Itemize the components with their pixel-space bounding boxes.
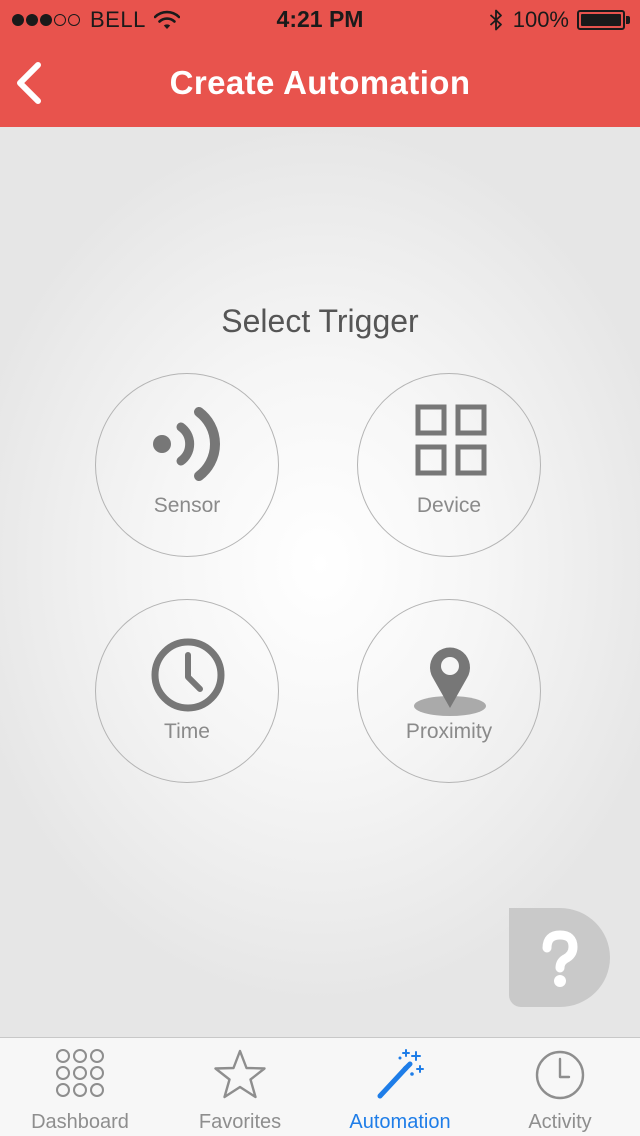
battery-icon <box>577 10 625 30</box>
dots-grid-icon <box>56 1049 104 1097</box>
nav-bar: Create Automation <box>0 40 640 127</box>
status-right: 100% <box>489 7 630 33</box>
question-mark-icon <box>509 908 610 1007</box>
bluetooth-icon <box>489 9 502 31</box>
battery-percentage: 100% <box>512 7 569 32</box>
trigger-label: Time <box>164 720 210 743</box>
clock-icon <box>151 638 225 712</box>
tab-label: Dashboard <box>31 1111 129 1133</box>
proximity-trigger-button[interactable]: Proximity <box>357 599 541 783</box>
tab-label: Favorites <box>198 1111 282 1133</box>
tab-automation[interactable]: Automation <box>320 1038 480 1136</box>
tab-bar: Dashboard Favorites Automation Activity <box>0 1037 640 1136</box>
device-grid-icon <box>415 404 487 476</box>
magic-wand-icon <box>377 1049 424 1099</box>
trigger-label: Sensor <box>153 494 221 517</box>
time-trigger-button[interactable]: Time <box>95 599 279 783</box>
tab-label: Activity <box>528 1111 592 1133</box>
trigger-label: Device <box>416 494 482 517</box>
page-title: Create Automation <box>169 64 471 101</box>
tab-favorites[interactable]: Favorites <box>160 1038 320 1136</box>
help-button[interactable] <box>509 908 610 1007</box>
tab-dashboard[interactable]: Dashboard <box>0 1038 160 1136</box>
battery-level <box>581 14 621 26</box>
trigger-label: Proximity <box>405 720 493 743</box>
status-bar: BELL 4:21 PM 100% <box>0 0 640 40</box>
clock-icon <box>535 1050 585 1100</box>
location-pin-icon <box>414 647 486 716</box>
sensor-icon <box>153 407 220 481</box>
tab-label: Automation <box>349 1111 451 1133</box>
tab-activity[interactable]: Activity <box>480 1038 640 1136</box>
device-trigger-button[interactable]: Device <box>357 373 541 557</box>
header: BELL 4:21 PM 100% Create Automation <box>0 0 640 127</box>
battery-tip <box>626 16 630 24</box>
star-icon <box>214 1049 266 1099</box>
sensor-trigger-button[interactable]: Sensor <box>95 373 279 557</box>
main-content: Select Trigger Sensor Device Time Proxim… <box>0 127 640 1037</box>
select-trigger-heading: Select Trigger <box>221 303 419 339</box>
